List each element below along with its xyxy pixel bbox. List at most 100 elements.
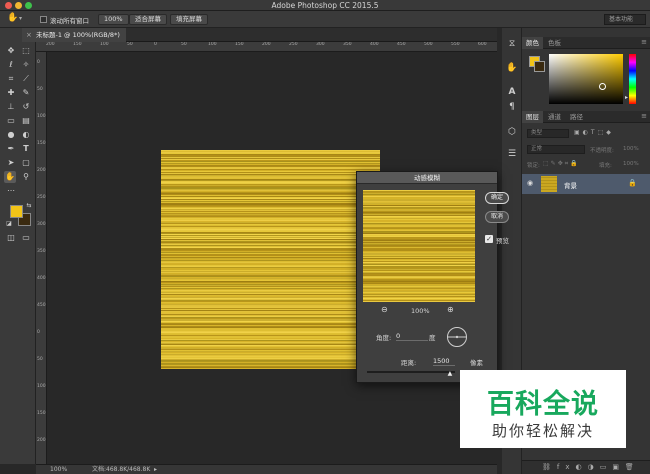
cancel-button[interactable]: 取消 bbox=[485, 211, 509, 223]
ruler-tick-label: 100 bbox=[37, 114, 46, 119]
ruler-tick-label: 150 bbox=[37, 411, 46, 416]
path-selection-tool-icon[interactable]: ➤ bbox=[5, 157, 17, 169]
3d-panel-icon[interactable]: ⬡ bbox=[506, 126, 518, 138]
ok-button[interactable]: 确定 bbox=[485, 192, 509, 204]
hue-slider-handle-icon[interactable]: ▸ bbox=[625, 94, 628, 101]
gradient-tool-icon[interactable]: ▤ bbox=[20, 115, 32, 127]
layers-menu-icon[interactable]: ≡ bbox=[641, 112, 647, 120]
layers-footer-icons[interactable]: ⛓fx◐◑▭▣🗑 bbox=[542, 463, 640, 471]
tools-panel: ✥ ⬚ ℓ ✧ ⌗ ⟋ ✚ ✎ ⊥ ↺ ▭ ▤ ● ◐ ✒ T ➤ ▢ ✋ ⚲ … bbox=[0, 28, 36, 464]
ruler-tick-label: 200 bbox=[46, 42, 55, 47]
angle-dial[interactable] bbox=[446, 326, 468, 348]
clone-stamp-tool-icon[interactable]: ⊥ bbox=[5, 101, 17, 113]
fill-value[interactable]: 100% bbox=[623, 161, 639, 167]
tab-color[interactable]: 颜色 bbox=[522, 37, 543, 49]
status-menu-icon[interactable]: ▸ bbox=[154, 465, 157, 474]
ruler-tick-label: 500 bbox=[424, 42, 433, 47]
rectangle-tool-icon[interactable]: ▢ bbox=[20, 157, 32, 169]
history-brush-tool-icon[interactable]: ↺ bbox=[20, 101, 32, 113]
blur-tool-icon[interactable]: ● bbox=[5, 129, 17, 141]
default-colors-icon[interactable]: ◪ bbox=[3, 218, 15, 230]
swap-colors-icon[interactable]: ⇆ bbox=[23, 200, 35, 212]
tab-channels[interactable]: 通道 bbox=[544, 111, 565, 123]
pen-tool-icon[interactable]: ✒ bbox=[5, 143, 17, 155]
eyedropper-tool-icon[interactable]: ⟋ bbox=[20, 73, 32, 85]
scroll-all-windows-checkbox[interactable] bbox=[40, 16, 47, 23]
watermark-title: 百科全说 bbox=[487, 389, 599, 420]
layers-footer: ⛓fx◐◑▭▣🗑 bbox=[522, 460, 650, 474]
chevron-down-icon[interactable]: ▾ bbox=[19, 15, 22, 22]
hand-tool-icon[interactable]: ✋ bbox=[7, 13, 18, 23]
title-bar: Adobe Photoshop CC 2015.5 bbox=[0, 0, 650, 11]
ruler-tick-label: 50 bbox=[181, 42, 187, 47]
workspace-select[interactable]: 基本功能 bbox=[604, 14, 646, 25]
visibility-eye-icon[interactable]: ◉ bbox=[527, 179, 533, 187]
marquee-tool-icon[interactable]: ⬚ bbox=[20, 45, 32, 57]
ruler-tick-label: 400 bbox=[37, 276, 46, 281]
vertical-ruler: 0 50 100 150 200 250 300 350 400 450 0 50 100 150 200 bbox=[36, 52, 47, 464]
document-canvas[interactable] bbox=[161, 150, 380, 369]
fit-screen-button[interactable]: 适合屏幕 bbox=[129, 14, 167, 25]
tab-paths[interactable]: 路径 bbox=[566, 111, 587, 123]
layer-filter-icons[interactable]: ▣◐T⬚◆ bbox=[574, 129, 614, 136]
move-tool-icon[interactable]: ✥ bbox=[5, 45, 17, 57]
zoom-tool-icon[interactable]: ⚲ bbox=[20, 171, 32, 183]
distance-input[interactable]: 1500 bbox=[433, 357, 455, 366]
color-picker-cursor[interactable] bbox=[599, 83, 606, 90]
hand-tool-active-icon[interactable]: ✋ bbox=[4, 171, 16, 183]
close-tab-icon[interactable]: × bbox=[26, 28, 32, 42]
opacity-value[interactable]: 100% bbox=[623, 146, 639, 152]
layer-row-background[interactable]: ◉ 背景 🔒 bbox=[522, 174, 650, 194]
foreground-color-swatch[interactable] bbox=[10, 205, 23, 218]
history-panel-icon[interactable]: ⧖ bbox=[506, 38, 518, 50]
layer-thumbnail bbox=[541, 176, 557, 192]
distance-slider-handle[interactable]: ▲ bbox=[448, 370, 453, 377]
magic-wand-tool-icon[interactable]: ✧ bbox=[20, 59, 32, 71]
lock-label: 锁定: bbox=[527, 163, 540, 169]
layer-kind-filter[interactable]: 类型 bbox=[527, 129, 569, 138]
fill-screen-button[interactable]: 填充屏幕 bbox=[170, 14, 208, 25]
preview-checkbox[interactable]: ✓ bbox=[485, 235, 493, 243]
motion-blur-dialog: 动感模糊 确定 取消 ✓ 预览 ⊖ 100% ⊕ 角度: 0 度 距离: 150… bbox=[356, 171, 509, 383]
angle-input[interactable]: 0 bbox=[396, 332, 428, 341]
ruler-tick-label: 150 bbox=[235, 42, 244, 47]
dodge-tool-icon[interactable]: ◐ bbox=[20, 129, 32, 141]
zoom-out-icon[interactable]: ⊖ bbox=[381, 305, 388, 314]
healing-brush-tool-icon[interactable]: ✚ bbox=[5, 87, 17, 99]
watermark-subtitle: 助你轻松解决 bbox=[491, 422, 594, 440]
ruler-tick-label: 150 bbox=[73, 42, 82, 47]
quick-mask-icon[interactable]: ◫ bbox=[5, 232, 17, 244]
ruler-tick-label: 450 bbox=[37, 303, 46, 308]
distance-slider-track[interactable] bbox=[367, 371, 455, 373]
document-tab[interactable]: × 未标题-1 @ 100%(RGB/8*) bbox=[22, 28, 126, 42]
brush-preset-panel-icon[interactable]: ✋ bbox=[506, 62, 518, 74]
properties-panel-icon[interactable]: ☰ bbox=[506, 148, 518, 160]
panel-menu-icon[interactable]: ≡ bbox=[641, 38, 647, 46]
photoshop-window: Adobe Photoshop CC 2015.5 ✋ ▾ 滚动所有窗口 100… bbox=[0, 0, 650, 474]
lock-icons[interactable]: ⬚✎✥⌗🔒 bbox=[543, 160, 580, 168]
character-panel-icon[interactable]: A bbox=[506, 86, 518, 98]
hue-slider[interactable] bbox=[629, 54, 636, 104]
ruler-tick-label: 200 bbox=[37, 438, 46, 443]
screen-mode-icon[interactable]: ▭ bbox=[20, 232, 32, 244]
status-doc-info: 文档:468.8K/468.8K bbox=[92, 466, 151, 473]
tab-layers[interactable]: 图层 bbox=[522, 111, 543, 123]
zoom-in-icon[interactable]: ⊕ bbox=[447, 305, 454, 314]
more-tools-icon[interactable]: ⋯ bbox=[5, 185, 17, 197]
paragraph-panel-icon[interactable]: ¶ bbox=[506, 101, 518, 113]
blend-mode-select[interactable]: 正常 bbox=[527, 145, 585, 154]
color-panel-background-swatch[interactable] bbox=[534, 61, 545, 72]
type-tool-icon[interactable]: T bbox=[20, 143, 32, 155]
color-picker-field[interactable] bbox=[549, 54, 623, 104]
brush-tool-icon[interactable]: ✎ bbox=[20, 87, 32, 99]
ruler-tick-label: 450 bbox=[397, 42, 406, 47]
status-bar: 100% 文档:468.8K/468.8K ▸ bbox=[36, 464, 497, 474]
ruler-tick-label: 200 bbox=[262, 42, 271, 47]
crop-tool-icon[interactable]: ⌗ bbox=[5, 73, 17, 85]
eraser-tool-icon[interactable]: ▭ bbox=[5, 115, 17, 127]
tab-swatches[interactable]: 色板 bbox=[544, 37, 565, 49]
lasso-tool-icon[interactable]: ℓ bbox=[5, 59, 17, 71]
zoom-100-button[interactable]: 100% bbox=[98, 14, 129, 25]
watermark-logo: 百科全说 助你轻松解决 bbox=[460, 370, 626, 448]
preview-image[interactable] bbox=[363, 190, 475, 302]
